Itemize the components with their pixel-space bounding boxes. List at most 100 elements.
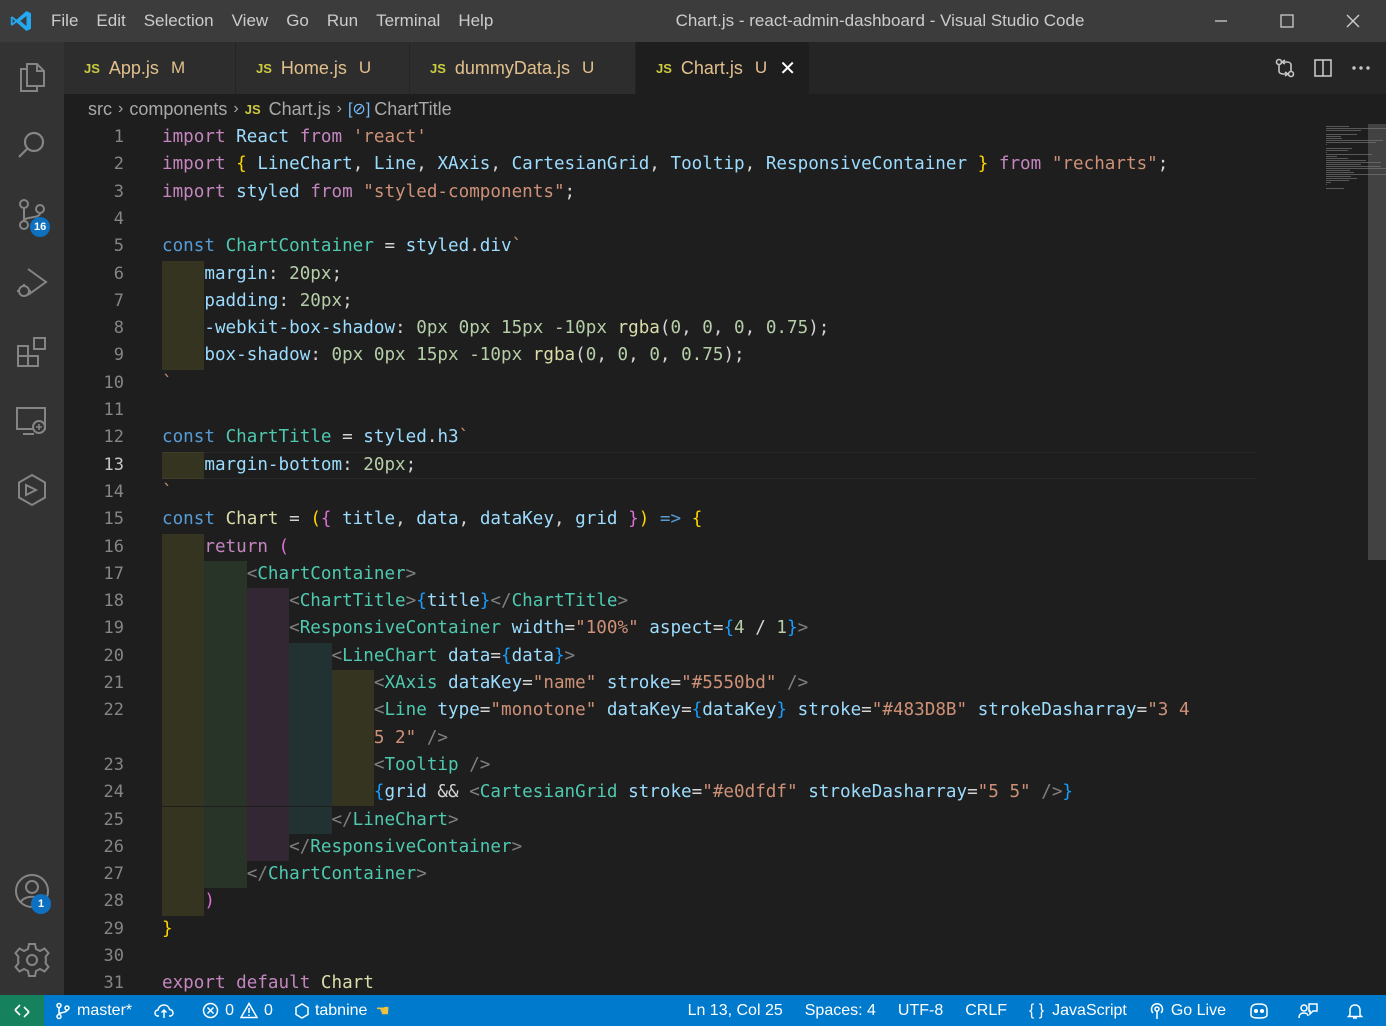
code-line[interactable]: <ChartContainer> xyxy=(162,561,416,588)
code-token: ; xyxy=(342,290,353,311)
code-line[interactable]: import React from 'react' xyxy=(162,124,427,151)
minimap-line xyxy=(1326,144,1327,145)
code-line[interactable]: -webkit-box-shadow: 0px 0px 15px -10px r… xyxy=(162,315,829,342)
tabnine-hub-icon[interactable] xyxy=(0,459,64,521)
code-token: ) xyxy=(638,509,650,530)
maximize-button[interactable] xyxy=(1254,0,1320,42)
code-line[interactable]: } xyxy=(162,916,173,943)
minimap-line xyxy=(1326,188,1344,189)
breadcrumb-folder-src[interactable]: src xyxy=(88,99,112,120)
scrollbar-thumb[interactable] xyxy=(1368,124,1386,560)
code-line[interactable]: import { LineChart, Line, XAxis, Cartesi… xyxy=(162,151,1168,178)
code-line[interactable]: import styled from "styled-components"; xyxy=(162,179,575,206)
code-area[interactable]: import React from 'react' import { LineCh… xyxy=(162,124,1262,995)
code-line[interactable]: ` xyxy=(162,370,173,397)
hand-pointer-icon: ☚ xyxy=(375,1002,390,1020)
code-line[interactable]: box-shadow: 0px 0px 15px -10px rgba(0, 0… xyxy=(162,342,744,369)
language-mode[interactable]: { } JavaScript xyxy=(1018,995,1138,1026)
run-debug-icon[interactable] xyxy=(0,252,64,314)
code-line[interactable]: <Line type="monotone" dataKey={dataKey} … xyxy=(162,697,1190,724)
tab-home-js[interactable]: JS Home.js U xyxy=(236,42,410,94)
code-line[interactable]: <LineChart data={data}> xyxy=(162,643,575,670)
code-line[interactable]: <ResponsiveContainer width="100%" aspect… xyxy=(162,615,808,642)
code-line[interactable]: <XAxis dataKey="name" stroke="#5550bd" /… xyxy=(162,670,808,697)
files-icon[interactable] xyxy=(0,46,64,108)
code-line[interactable]: const ChartTitle = styled.h3` xyxy=(162,424,469,451)
eol-status[interactable]: CRLF xyxy=(954,995,1018,1026)
split-editor-icon[interactable] xyxy=(1304,42,1342,94)
copilot-icon[interactable] xyxy=(1237,995,1287,1026)
problems-status[interactable]: 0 0 xyxy=(191,995,284,1026)
code-line[interactable]: const ChartContainer = styled.div` xyxy=(162,233,522,260)
code-line[interactable]: ` xyxy=(162,479,173,506)
code-line[interactable]: 5 2" /> xyxy=(162,725,448,752)
line-number: 3 xyxy=(113,181,124,202)
code-line[interactable]: <Tooltip /> xyxy=(162,752,491,779)
source-control-icon[interactable]: 16 xyxy=(0,183,64,245)
menu-item-help[interactable]: Help xyxy=(449,6,502,36)
code-line[interactable]: ) xyxy=(162,888,215,915)
code-line[interactable]: </ResponsiveContainer> xyxy=(162,834,522,861)
code-line[interactable]: export default Chart xyxy=(162,970,374,995)
minimize-button[interactable] xyxy=(1188,0,1254,42)
tab-app-js[interactable]: JS App.js M xyxy=(64,42,236,94)
sync-button[interactable] xyxy=(143,995,191,1026)
code-token: } xyxy=(628,509,639,530)
code-line[interactable]: {grid && <CartesianGrid stroke="#e0dfdf"… xyxy=(162,779,1073,806)
extensions-icon[interactable] xyxy=(0,321,64,383)
code-editor[interactable]: 1 2 3 4 5 6 7 8 9 10 11 12 13 14 15 16 17 18 19 20 21 22 23 24 2… xyxy=(64,124,1386,995)
tab-chart-js[interactable]: JS Chart.js U ✕ xyxy=(636,42,810,94)
menu-item-run[interactable]: Run xyxy=(318,6,367,36)
code-line[interactable]: padding: 20px; xyxy=(162,288,353,315)
menu-item-view[interactable]: View xyxy=(223,6,278,36)
bell-icon[interactable] xyxy=(1335,995,1386,1026)
window-title: Chart.js - react-admin-dashboard - Visua… xyxy=(675,11,1085,30)
code-token: } xyxy=(1062,782,1074,803)
account-icon[interactable]: 1 xyxy=(0,860,64,922)
source-control-badge: 16 xyxy=(30,217,51,237)
feedback-icon[interactable] xyxy=(1287,995,1335,1026)
tab-label: dummyData.js xyxy=(454,57,570,78)
compare-changes-icon[interactable] xyxy=(1266,42,1304,94)
code-token: , xyxy=(490,154,512,175)
code-line[interactable]: margin-bottom: 20px; xyxy=(162,452,416,479)
tab-git-status: U xyxy=(754,58,768,77)
vscode-logo-icon[interactable] xyxy=(0,0,42,42)
menu-item-selection[interactable]: Selection xyxy=(135,6,223,36)
menu-item-go[interactable]: Go xyxy=(277,6,318,36)
git-branch-status[interactable]: master* xyxy=(44,995,143,1026)
code-line[interactable]: </ChartContainer> xyxy=(162,861,427,888)
minimap-line xyxy=(1326,180,1349,181)
go-live-button[interactable]: Go Live xyxy=(1138,995,1237,1026)
menu-item-file[interactable]: File xyxy=(42,6,87,36)
code-line[interactable]: return ( xyxy=(162,534,289,561)
minimap-line xyxy=(1326,152,1327,153)
code-line[interactable]: <ChartTitle>{title}</ChartTitle> xyxy=(162,588,628,615)
code-line[interactable]: const Chart = ({ title, data, dataKey, g… xyxy=(162,506,702,533)
close-window-button[interactable] xyxy=(1320,0,1386,42)
gear-icon[interactable] xyxy=(0,929,64,991)
cursor-position[interactable]: Ln 13, Col 25 xyxy=(677,995,794,1026)
menu-item-edit[interactable]: Edit xyxy=(87,6,134,36)
breadcrumb-symbol[interactable]: ChartTitle xyxy=(374,99,451,120)
breadcrumb-file[interactable]: Chart.js xyxy=(269,99,331,120)
close-icon[interactable]: ✕ xyxy=(779,56,799,81)
code-line[interactable]: </LineChart> xyxy=(162,807,458,834)
indentation-status[interactable]: Spaces: 4 xyxy=(794,995,887,1026)
menu-item-terminal[interactable]: Terminal xyxy=(367,6,449,36)
code-token: . xyxy=(426,427,438,448)
breadcrumb-folder-components[interactable]: components xyxy=(129,99,227,120)
search-icon[interactable] xyxy=(0,114,64,176)
encoding-status[interactable]: UTF-8 xyxy=(887,995,954,1026)
more-actions-icon[interactable] xyxy=(1342,42,1380,94)
code-line[interactable]: margin: 20px; xyxy=(162,261,342,288)
tab-dummydata-js[interactable]: JS dummyData.js U xyxy=(410,42,636,94)
line-number: 24 xyxy=(103,782,124,803)
tabnine-status[interactable]: tabnine ☚ xyxy=(284,995,401,1026)
remote-icon[interactable] xyxy=(0,995,44,1026)
code-token: styled xyxy=(405,236,470,257)
remote-explorer-icon[interactable] xyxy=(0,390,64,452)
